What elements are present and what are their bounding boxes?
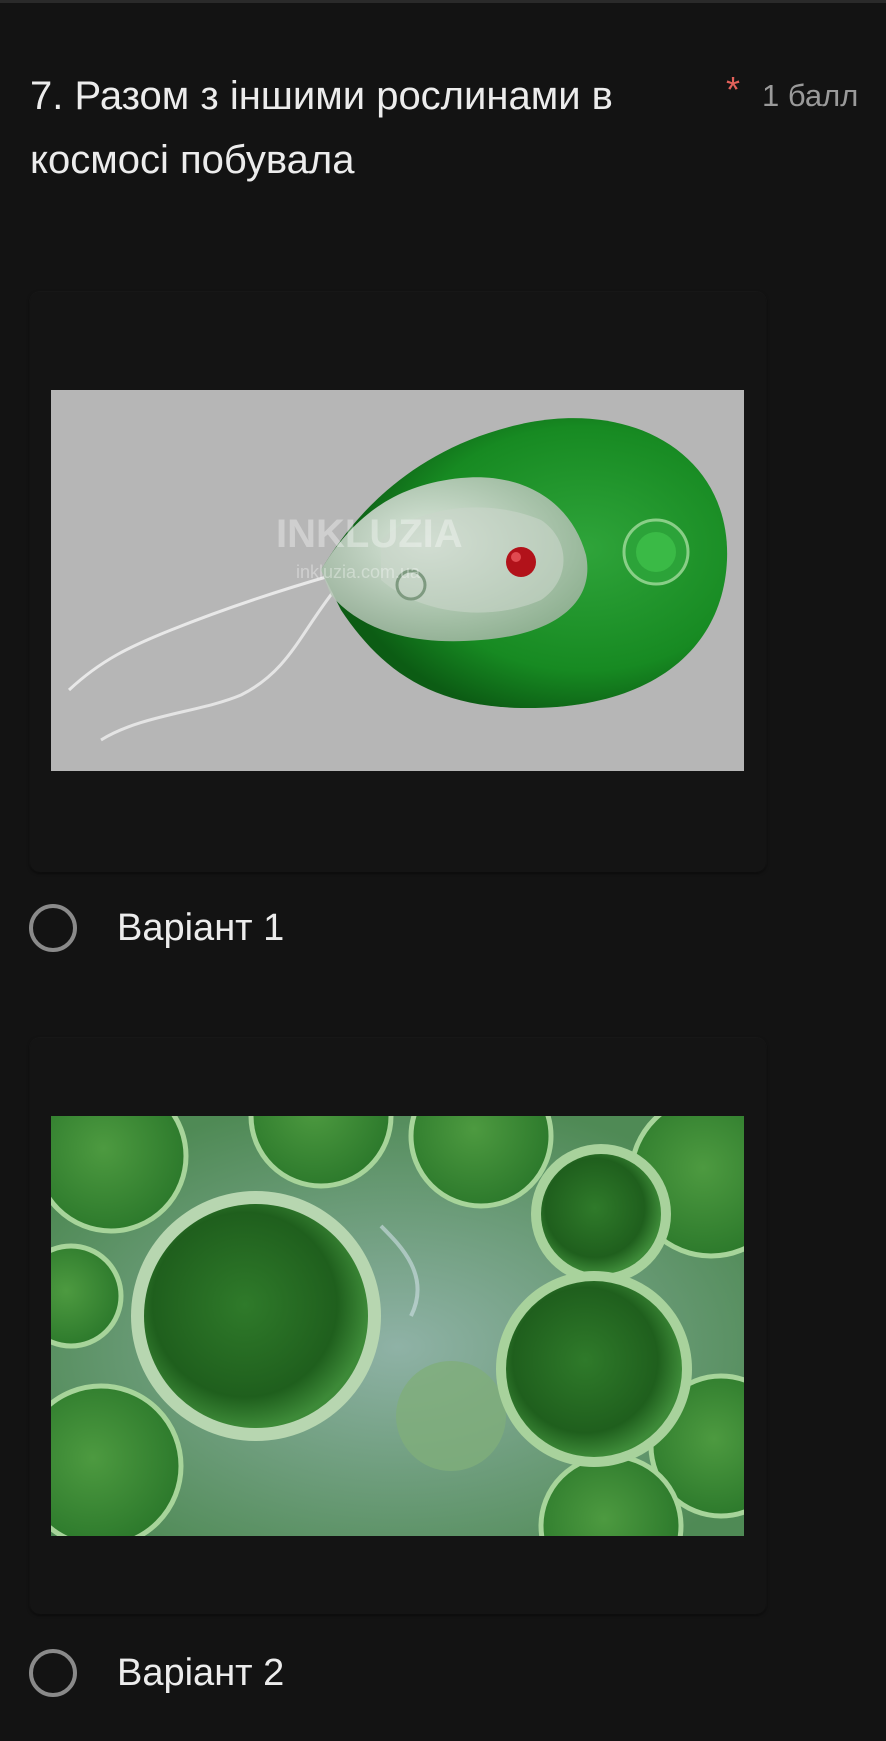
option-2-radio[interactable] [29,1649,77,1697]
watermark-text: INKLUZIA [276,512,463,556]
question-title: 7. Разом з іншими рослинами в космосі по… [30,74,613,182]
top-divider [0,0,886,3]
option-1-image-card: INKLUZIA inkluzia.com.ua [30,292,766,872]
chlorella-illustration [51,1116,744,1536]
option-2-image-card [30,1038,766,1614]
required-asterisk: * [726,69,741,110]
euglena-image: INKLUZIA inkluzia.com.ua [51,390,744,771]
option-1-radio[interactable] [29,904,77,952]
watermark-subtext: inkluzia.com.ua [296,562,421,582]
euglena-illustration: INKLUZIA inkluzia.com.ua [51,390,744,771]
option-1[interactable]: Варіант 1 [29,902,529,960]
points-label: 1 балл [762,78,859,113]
option-2[interactable]: Варіант 2 [29,1647,529,1705]
option-2-label[interactable]: Варіант 2 [117,1651,284,1695]
option-1-label[interactable]: Варіант 1 [117,906,284,950]
chlorella-image [51,1116,744,1536]
